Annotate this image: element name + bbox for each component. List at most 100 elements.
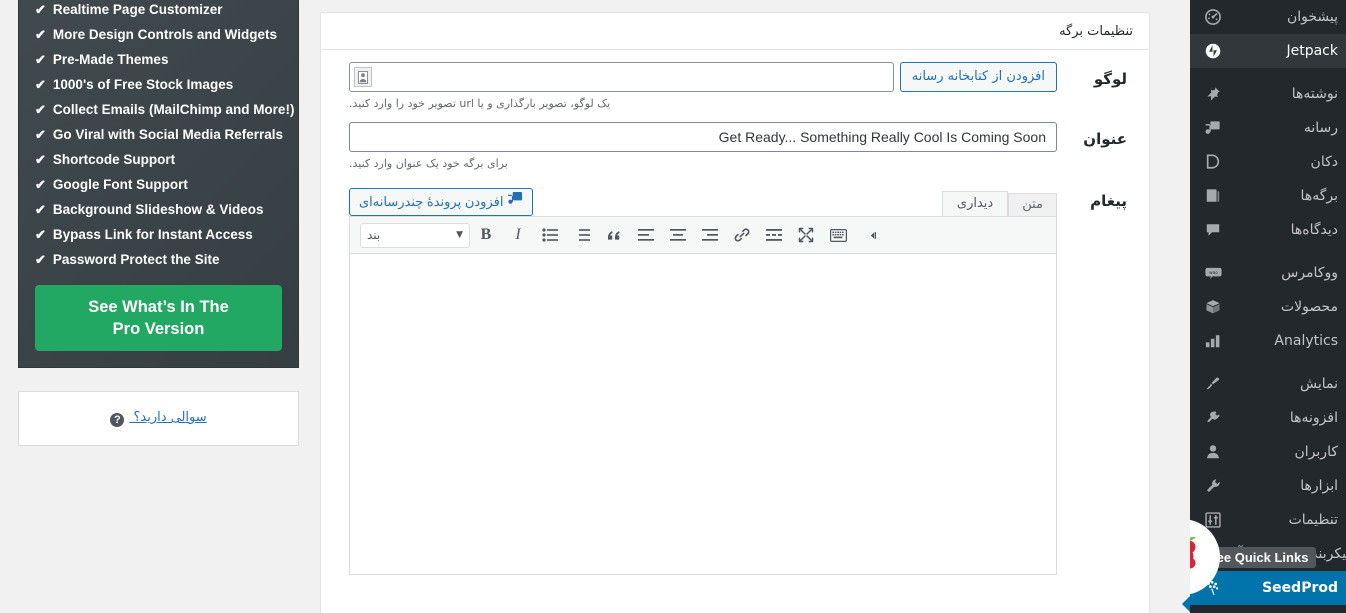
editor-tabs: دیداری متن: [941, 190, 1057, 216]
question-mark-icon: ?: [110, 413, 125, 427]
list-item: ✔ Background Slideshow & Videos: [35, 197, 282, 222]
sidebar-item-tools[interactable]: ابزارها: [1190, 469, 1346, 503]
dokan-icon: [1200, 154, 1226, 170]
sidebar-item-label: محصولات: [1280, 299, 1338, 315]
cta-line-1: See What’s In The: [88, 298, 229, 316]
sidebar-item-users[interactable]: کاربران: [1190, 435, 1346, 469]
blockquote-icon[interactable]: [598, 220, 630, 250]
sidebar-item-media[interactable]: رسانه: [1190, 111, 1346, 145]
feature-label: Collect Emails (MailChimp and More!): [52, 102, 295, 117]
list-item: ✔ Go Viral with Social Media Referrals: [35, 122, 283, 147]
sidebar-item-label: ووکامرس: [1281, 265, 1338, 281]
sidebar-item-comments[interactable]: دیدگاه‌ها: [1190, 213, 1346, 247]
plugins-plug-icon: [1200, 410, 1226, 426]
sidebar-item-label: کاربران: [1294, 444, 1338, 460]
check-icon: ✔: [35, 227, 46, 242]
add-media-label: افزودن پروندهٔ چندرسانه‌ای: [359, 194, 504, 209]
logo-url-input[interactable]: [349, 62, 894, 92]
keyboard-shortcuts-icon[interactable]: [822, 220, 854, 250]
feature-label: Go Viral with Social Media Referrals: [52, 127, 283, 142]
help-link-label: سوالی دارید؟: [133, 410, 207, 425]
message-label: پیغام: [1090, 192, 1127, 210]
check-icon: ✔: [35, 52, 46, 67]
sidebar-item-label: ابزارها: [1300, 478, 1338, 494]
sidebar-item-label: نمایش: [1299, 376, 1338, 392]
sidebar-item-appearance[interactable]: نمایش: [1190, 367, 1346, 401]
align-right-icon[interactable]: [694, 220, 726, 250]
panel-header: تنظیمات برگه: [321, 13, 1149, 50]
users-icon: [1200, 444, 1226, 460]
help-box: سوالی دارید؟ ?: [18, 391, 299, 446]
message-row: پیغام افزودن پروندهٔ چندرسانه‌ای: [321, 170, 1149, 575]
align-center-icon[interactable]: [662, 220, 694, 250]
list-item: ✔ Collect Emails (MailChimp and More!): [35, 97, 294, 122]
feature-label: Pre-Made Themes: [52, 52, 169, 67]
list-item: ✔ Google Font Support: [35, 172, 282, 197]
feature-label: 1000's of Free Stock Images: [52, 77, 234, 92]
check-icon: ✔: [35, 77, 46, 92]
title-row: عنوان برای برگه خود یک عنوان وارد کنید.: [321, 110, 1149, 170]
sidebar-separator: [1190, 247, 1346, 256]
check-icon: ✔: [35, 102, 46, 117]
fullscreen-icon[interactable]: [790, 220, 822, 250]
dashboard-icon: [1200, 9, 1226, 25]
bold-icon[interactable]: B: [470, 220, 502, 250]
message-editor-body[interactable]: [350, 254, 1056, 574]
sidebar-item-label: نوشته‌ها: [1291, 86, 1338, 102]
page-title: تنظیمات برگه: [1059, 23, 1133, 39]
tab-text[interactable]: متن: [1008, 193, 1057, 216]
read-more-icon[interactable]: [758, 220, 790, 250]
rtl-toggle-icon[interactable]: ¶: [854, 220, 886, 250]
sidebar-item-dashboard[interactable]: پیشخوان: [1190, 0, 1346, 34]
sidebar-separator: [1190, 358, 1346, 367]
check-icon: ✔: [35, 177, 46, 192]
sidebar-item-label: SeedProd: [1262, 580, 1338, 596]
headline-input[interactable]: [349, 122, 1057, 152]
add-media-icon: [508, 189, 523, 215]
see-pro-version-button[interactable]: See What’s In The Pro Version: [35, 285, 282, 351]
sidebar-item-analytics[interactable]: Analytics: [1190, 324, 1346, 358]
ordered-list-icon[interactable]: 1 2 3: [566, 220, 598, 250]
tools-wrench-icon: [1200, 478, 1226, 494]
add-media-button[interactable]: افزودن پروندهٔ چندرسانه‌ای: [349, 188, 534, 216]
media-icon: [1200, 120, 1226, 136]
list-item: ✔ Pre-Made Themes: [35, 47, 282, 72]
products-box-icon: [1200, 299, 1226, 315]
sidebar-item-label: پیشخوان: [1286, 9, 1338, 25]
align-left-icon[interactable]: [630, 220, 662, 250]
pro-features-list: ✔ Realtime Page Customizer ✔ More Design C…: [35, 0, 294, 272]
sidebar-item-woocommerce[interactable]: woo ووکامرس: [1190, 256, 1346, 290]
sidebar-item-label: دکان: [1310, 154, 1338, 170]
sidebar-item-plugins[interactable]: افزونه‌ها: [1190, 401, 1346, 435]
sidebar-separator: [1190, 68, 1346, 77]
page-settings-panel: تنظیمات برگه لوگو افزودن از کتابخانه رسا…: [320, 12, 1150, 613]
sidebar-item-dokan[interactable]: دکان: [1190, 145, 1346, 179]
paragraph-format-select[interactable]: بند ▼: [360, 222, 470, 248]
unordered-list-icon[interactable]: [534, 220, 566, 250]
title-label: عنوان: [1083, 130, 1127, 148]
posts-pin-icon: [1200, 86, 1226, 102]
sidebar-item-label: رسانه: [1303, 120, 1338, 136]
analytics-bars-icon: [1200, 334, 1226, 348]
cta-line-2: Pro Version: [112, 320, 205, 338]
tab-visual[interactable]: دیداری: [941, 191, 1009, 216]
list-item: ✔ Shortcode Support: [35, 147, 282, 172]
list-item: ✔ Password Protect the Site: [35, 247, 282, 272]
pages-icon: [1200, 188, 1226, 204]
sidebar-item-pages[interactable]: برگه‌ها: [1190, 179, 1346, 213]
woocommerce-icon: woo: [1200, 266, 1226, 280]
sidebar-item-posts[interactable]: نوشته‌ها: [1190, 77, 1346, 111]
appearance-brush-icon: [1200, 376, 1226, 392]
insert-link-icon[interactable]: [726, 220, 758, 250]
italic-icon[interactable]: I: [502, 220, 534, 250]
pro-features-box: ✔ Realtime Page Customizer ✔ More Design C…: [18, 0, 299, 368]
sidebar-item-products[interactable]: محصولات: [1190, 290, 1346, 324]
svg-text:woo: woo: [1209, 271, 1218, 276]
add-from-media-library-button[interactable]: افزودن از کتابخانه رسانه: [899, 62, 1057, 92]
editor-top-bar: افزودن پروندهٔ چندرسانه‌ای دیداری: [349, 184, 1057, 216]
have-a-question-link[interactable]: سوالی دارید؟: [129, 410, 206, 425]
promo-sidebar: ✔ Realtime Page Customizer ✔ More Design C…: [18, 0, 299, 446]
sidebar-item-settings[interactable]: تنظیمات: [1190, 503, 1346, 537]
title-hint: برای برگه خود یک عنوان وارد کنید.: [349, 157, 508, 170]
sidebar-item-jetpack[interactable]: Jetpack: [1190, 34, 1346, 68]
